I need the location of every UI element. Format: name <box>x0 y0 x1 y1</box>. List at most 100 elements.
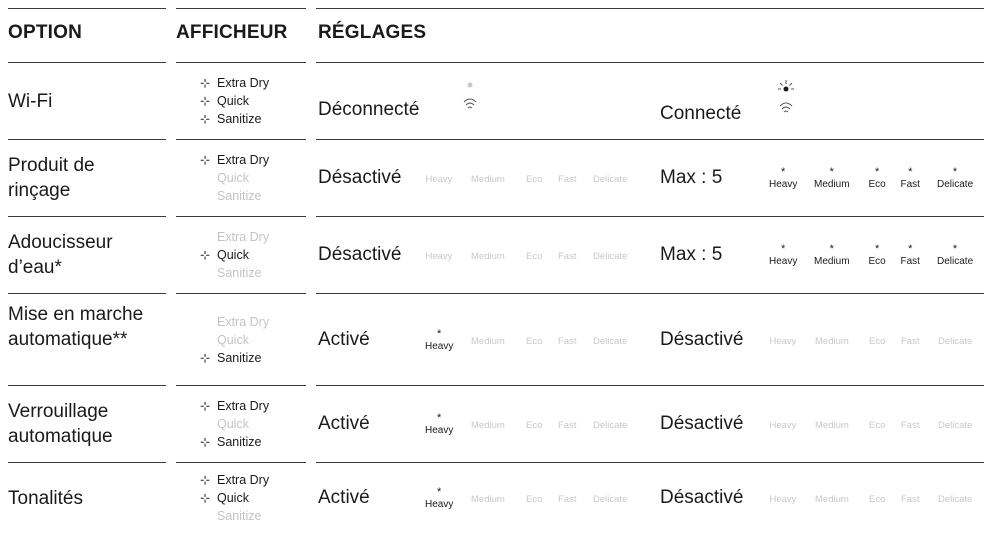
mode-label: Fast <box>900 256 920 267</box>
mode-star-icon: * <box>829 166 834 178</box>
rule-row-display <box>176 385 306 386</box>
mode-label: Eco <box>526 174 543 185</box>
rule-header-option <box>8 62 166 63</box>
setting-status-left: Désactivé <box>318 167 402 188</box>
display-label: Sanitize <box>217 435 262 449</box>
mode-fast-left: Fast <box>558 420 576 431</box>
display-line-sanitize: ⊹ Sanitize <box>200 110 310 128</box>
rule-row-display <box>176 139 306 140</box>
display-label: Extra Dry <box>217 473 270 487</box>
mode-label: Eco <box>526 420 543 431</box>
mode-eco-left: Eco <box>526 336 542 347</box>
header-display: AFFICHEUR <box>176 22 288 43</box>
mode-eco-right: * Eco <box>868 243 886 268</box>
mode-label: Fast <box>901 420 920 431</box>
mode-label: Delicate <box>593 251 628 262</box>
mode-fast-left: Fast <box>558 336 576 347</box>
display-indicator: ⊹ Extra Dry ⊹ Quick Sanitize <box>200 471 310 525</box>
mode-star-icon: * <box>908 243 913 255</box>
mode-delicate-right: Delicate <box>938 494 972 505</box>
option-name: Tonalités <box>8 487 83 509</box>
display-label: Extra Dry <box>217 399 270 413</box>
rule-row-display <box>176 293 306 294</box>
mode-star-icon: * <box>952 166 958 178</box>
setting-status-left: Désactivé <box>318 244 402 265</box>
mode-heavy-left: * Heavy <box>425 413 453 437</box>
mode-label: Heavy <box>769 256 798 267</box>
mode-heavy-right: Heavy <box>770 336 797 347</box>
sparkle-icon: ⊹ <box>200 491 211 505</box>
mode-eco-left: Eco <box>526 251 542 262</box>
mode-medium-right: Medium <box>815 420 849 431</box>
mode-star-icon: * <box>829 243 834 255</box>
mode-fast-right: Fast <box>901 336 919 347</box>
mode-heavy-left: Heavy <box>426 174 453 185</box>
rule-top-option <box>8 8 166 9</box>
mode-medium-right: Medium <box>815 336 849 347</box>
mode-star-icon: * <box>952 243 958 255</box>
display-line-extra-dry: Extra Dry <box>200 313 310 331</box>
mode-medium-left: Medium <box>471 494 505 505</box>
mode-label: Delicate <box>593 174 628 185</box>
rule-row-settings <box>316 139 984 140</box>
display-label: Sanitize <box>217 350 262 365</box>
mode-label: Heavy <box>425 340 454 352</box>
mode-delicate-left: Delicate <box>593 336 627 347</box>
option-name: Produit de rinçage <box>8 155 95 201</box>
mode-star-icon: * <box>437 327 442 340</box>
display-label: Quick <box>217 171 249 185</box>
display-line-sanitize: Sanitize <box>200 264 310 282</box>
mode-label: Fast <box>901 494 920 505</box>
mode-label: Delicate <box>938 420 973 431</box>
mode-label: Eco <box>868 256 886 267</box>
display-line-sanitize: Sanitize <box>200 507 310 525</box>
sparkle-icon: ⊹ <box>200 435 211 449</box>
mode-star-icon: * <box>781 243 786 255</box>
display-line-extra-dry: ⊹ Extra Dry <box>200 471 310 489</box>
display-line-quick: Quick <box>200 415 310 433</box>
sparkle-icon: ⊹ <box>200 248 211 262</box>
mode-delicate-right: * Delicate <box>937 166 974 191</box>
mode-label: Heavy <box>769 420 797 431</box>
mode-medium-right: * Medium <box>814 243 850 268</box>
mode-label: Heavy <box>425 174 453 185</box>
mode-label: Eco <box>869 494 886 505</box>
sparkle-icon: ⊹ <box>200 76 211 90</box>
option-name: Verrouillage automatique <box>8 401 113 447</box>
rule-row-settings <box>316 216 984 217</box>
display-indicator: ⊹ Extra Dry Quick Sanitize <box>200 151 310 205</box>
display-line-quick: ⊹ Quick <box>200 489 310 507</box>
mode-label: Heavy <box>769 335 797 347</box>
rule-row-option <box>8 139 166 140</box>
display-label: Quick <box>217 94 249 108</box>
mode-label: Eco <box>526 494 543 505</box>
display-indicator: ⊹ Extra Dry Quick ⊹ Sanitize <box>200 397 310 451</box>
display-label: Quick <box>217 491 249 505</box>
mode-label: Medium <box>471 174 505 185</box>
mode-label: Eco <box>869 420 886 431</box>
mode-star-icon: * <box>781 166 786 178</box>
display-line-quick: Quick <box>200 331 310 349</box>
mode-heavy-left: * Heavy <box>425 487 453 511</box>
mode-label: Eco <box>526 251 543 262</box>
rule-top-settings <box>316 8 984 9</box>
mode-heavy-left: * Heavy <box>425 327 454 352</box>
mode-label: Delicate <box>937 179 974 190</box>
mode-delicate-right: Delicate <box>938 420 972 431</box>
display-line-sanitize: ⊹ Sanitize <box>200 349 310 367</box>
setting-status-right: Max : 5 <box>660 244 723 265</box>
option-name: Adoucisseur d’eau* <box>8 232 113 278</box>
mode-star-icon: * <box>874 243 880 255</box>
mode-eco-right: * Eco <box>869 167 886 191</box>
mode-medium-left: Medium <box>471 336 505 347</box>
setting-status-left: Activé <box>318 413 370 434</box>
mode-label: Medium <box>471 420 505 431</box>
header-option: OPTION <box>8 22 83 43</box>
mode-label: Medium <box>471 251 505 262</box>
mode-fast-left: Fast <box>558 494 576 505</box>
mode-label: Heavy <box>769 179 798 190</box>
setting-status-left: Déconnecté <box>318 99 420 120</box>
rule-row-option <box>8 293 166 294</box>
wifi-disconnected-icon <box>463 82 477 109</box>
display-label: Sanitize <box>217 509 262 523</box>
